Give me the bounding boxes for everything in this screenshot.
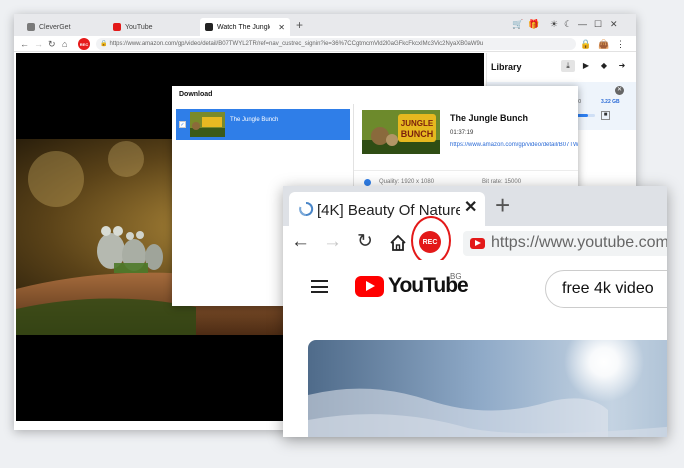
tab-cleverget[interactable]: CleverGet — [22, 18, 76, 36]
youtube-favicon-icon — [470, 238, 485, 249]
address-toolbar: ← → ↻ ⌂ REC 🔒 https://www.amazon.com/gp/v… — [14, 36, 636, 52]
back-icon[interactable]: ← — [291, 229, 310, 255]
divider — [354, 170, 578, 171]
tab-bar: [4K] Beauty Of Nature ✕ + — [283, 186, 667, 226]
poster-title-line1: JUNGLE — [401, 119, 434, 128]
maximize-icon[interactable]: ☐ — [594, 18, 602, 31]
close-icon[interactable]: ✕ — [615, 86, 624, 95]
minimize-icon[interactable]: — — [578, 18, 587, 31]
hamburger-menu-icon[interactable] — [311, 280, 328, 293]
url-text: https://www.youtube.com/ — [491, 234, 667, 251]
more-menu-icon[interactable]: ⋮ — [616, 37, 625, 51]
tab-youtube[interactable]: YouTube — [108, 18, 158, 36]
video-poster-image: JUNGLE BUNCH — [362, 110, 440, 154]
youtube-browser-window: [4K] Beauty Of Nature ✕ + ← → ↻ REC http… — [283, 186, 667, 437]
search-input-value: free 4k video — [562, 280, 654, 297]
reload-icon[interactable]: ↻ — [48, 37, 56, 51]
tab-label: YouTube — [125, 23, 153, 31]
rec-button[interactable]: REC — [78, 38, 90, 50]
video-title: The Jungle Bunch — [450, 113, 529, 123]
tab-label: CleverGet — [39, 23, 71, 31]
video-duration: 01:37:19 — [450, 130, 474, 136]
tab-title: [4K] Beauty Of Nature — [317, 202, 460, 219]
lock-icon: 🔒 — [100, 41, 108, 47]
region-code: BG — [450, 272, 462, 281]
url-field[interactable]: https://www.youtube.com/ — [463, 231, 667, 256]
search-input[interactable]: free 4k video — [545, 270, 667, 308]
checkbox[interactable]: ✓ — [179, 121, 186, 128]
poster-title-line2: BUNCH — [401, 129, 434, 139]
url-field[interactable]: 🔒 https://www.amazon.com/gp/video/detail/… — [96, 38, 576, 50]
forward-icon[interactable]: → — [34, 37, 43, 51]
gift-icon[interactable]: 🎁 — [528, 18, 539, 31]
home-icon[interactable]: ⌂ — [62, 37, 67, 51]
close-icon[interactable]: ✕ — [278, 23, 285, 32]
library-row-size: 3.22 GB — [601, 99, 620, 105]
video-thumbnail-image — [190, 112, 225, 137]
reload-icon[interactable]: ↻ — [357, 229, 373, 255]
video-thumbnail-image[interactable] — [308, 340, 667, 437]
dialog-title: Download — [179, 91, 213, 98]
library-title: Library — [491, 62, 522, 72]
bitrate-label: Bit rate: 15000 — [482, 179, 522, 185]
browser-toolbar: ← → ↻ REC https://www.youtube.com/ — [283, 216, 667, 265]
youtube-logo-icon[interactable] — [355, 276, 384, 297]
youtube-header: YouTube BG free 4k video — [283, 260, 667, 322]
padlock-icon[interactable]: 🔒 — [580, 37, 591, 51]
amazon-favicon-icon — [205, 23, 213, 31]
video-icon[interactable]: ▶ — [579, 60, 593, 72]
new-tab-button[interactable]: + — [296, 18, 303, 32]
youtube-content — [283, 322, 667, 437]
home-icon[interactable] — [389, 234, 407, 252]
new-tab-button[interactable]: + — [495, 190, 510, 220]
url-text: https://www.amazon.com/gp/video/detail/B… — [109, 41, 484, 47]
youtube-favicon-icon — [113, 23, 121, 31]
quality-label: Quality: 1920 x 1080 — [379, 179, 435, 185]
forward-icon[interactable]: ➜ — [615, 60, 629, 72]
tab-watch-jungle-bunch[interactable]: Watch The Jungle Bun ✕ — [200, 18, 290, 36]
list-item[interactable]: ✓ The Jungle Bunch — [176, 109, 350, 140]
tab-beauty-of-nature[interactable]: [4K] Beauty Of Nature ✕ — [289, 192, 485, 226]
loading-icon — [299, 201, 314, 216]
tab-label: Watch The Jungle Bun — [217, 23, 270, 31]
stop-icon[interactable]: ■ — [601, 111, 610, 120]
quality-radio[interactable] — [364, 179, 371, 186]
back-icon[interactable]: ← — [20, 37, 29, 51]
cart-icon[interactable]: 🛒 — [512, 18, 523, 31]
download-icon[interactable]: ⤓ — [561, 60, 575, 72]
close-icon[interactable]: ✕ — [464, 198, 477, 218]
cleverget-favicon-icon — [27, 23, 35, 31]
forward-icon[interactable]: → — [323, 229, 342, 255]
close-window-icon[interactable]: ✕ — [610, 18, 618, 31]
shopping-bag-icon[interactable]: 👜 — [598, 37, 609, 51]
tab-bar: CleverGet YouTube Watch The Jungle Bun ✕… — [14, 14, 636, 36]
brightness-icon[interactable]: ☀ — [550, 18, 558, 31]
video-url-link[interactable]: https://www.amazon.com/gp/video/detail/B… — [450, 142, 578, 148]
list-item-label: The Jungle Bunch — [230, 117, 279, 123]
tag-icon[interactable]: ◆ — [597, 60, 611, 72]
rec-highlight-circle — [411, 216, 451, 265]
moon-icon[interactable]: ☾ — [564, 18, 572, 31]
